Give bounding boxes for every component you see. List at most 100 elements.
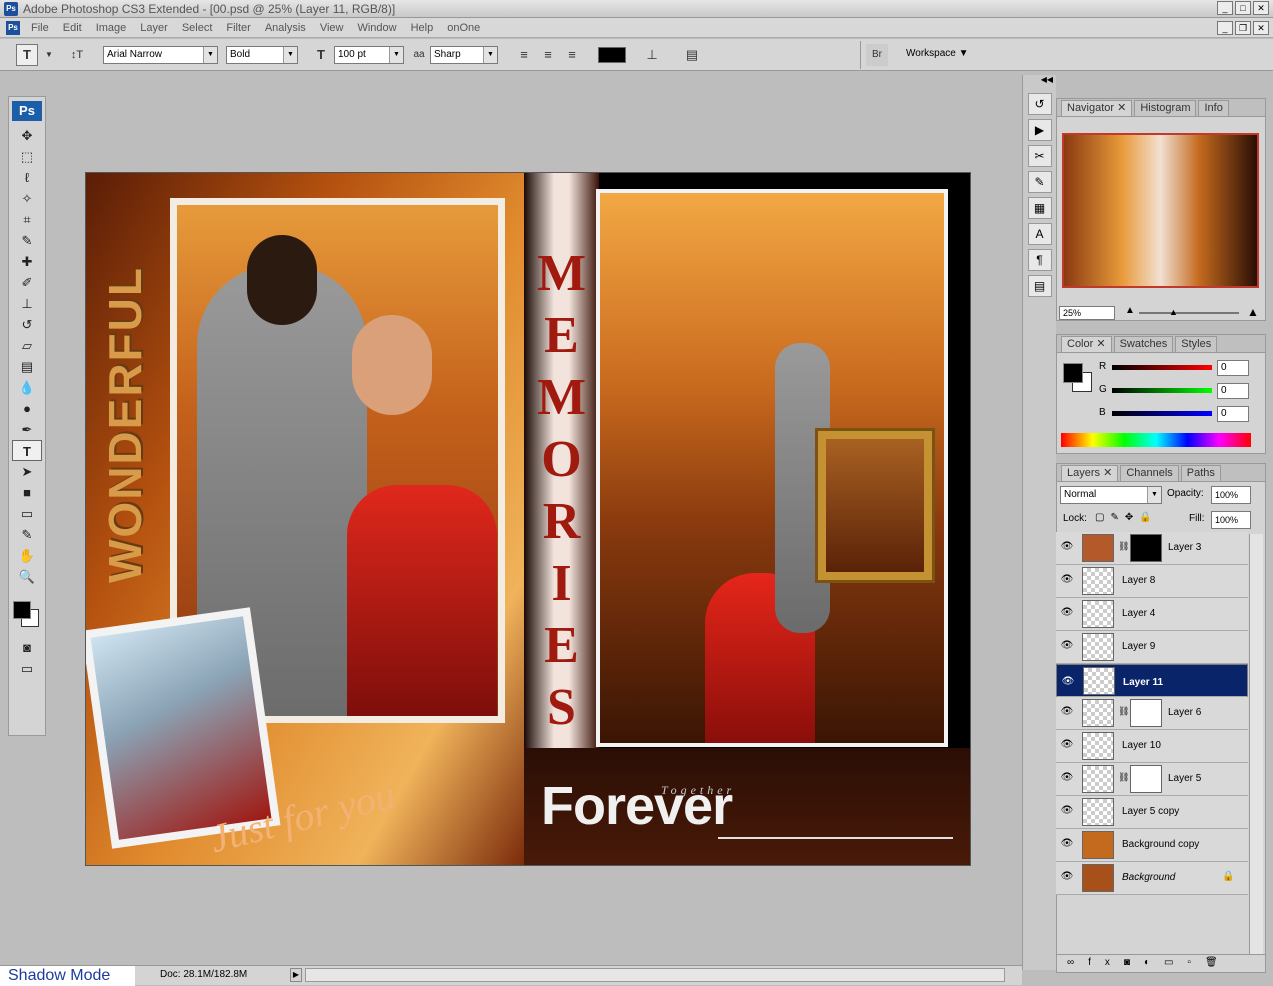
history-panel-icon[interactable]: ↺	[1027, 93, 1052, 115]
eyedropper-tool-icon[interactable]: ✎	[12, 230, 42, 251]
document-icon[interactable]: Ps	[6, 20, 20, 35]
tab-swatches[interactable]: Swatches	[1113, 336, 1174, 352]
orientation-toggle-icon[interactable]: ↕T	[66, 44, 88, 66]
layer-row[interactable]: 👁 Layer 5 copy	[1056, 796, 1248, 829]
history-brush-tool-icon[interactable]: ↺	[12, 314, 42, 335]
horizontal-scrollbar[interactable]	[305, 968, 1005, 982]
crop-tool-icon[interactable]: ⌗	[12, 209, 42, 230]
navigator-zoom-field[interactable]: 25%	[1059, 306, 1115, 320]
minimize-button[interactable]: _	[1217, 1, 1233, 15]
navigator-zoom-slider[interactable]	[1139, 312, 1239, 314]
text-color-swatch[interactable]	[598, 47, 626, 63]
zoom-in-icon[interactable]: ▲	[1247, 305, 1259, 319]
menu-filter[interactable]: Filter	[219, 22, 257, 34]
document-canvas[interactable]: WONDERFUL Just for you M E M O R I E S T…	[85, 172, 971, 866]
layer-row[interactable]: 👁 Layer 9	[1056, 631, 1248, 664]
blend-mode-select[interactable]: Normal ▼	[1060, 486, 1162, 504]
font-size-select[interactable]: 100 pt ▼	[334, 46, 404, 64]
color-swatches[interactable]	[9, 587, 45, 637]
gradient-tool-icon[interactable]: ▤	[12, 356, 42, 377]
eye-icon[interactable]: 👁	[1060, 640, 1074, 652]
layer-row[interactable]: 👁 Background copy	[1056, 829, 1248, 862]
zoom-tool-icon[interactable]: 🔍	[12, 566, 42, 587]
tab-navigator[interactable]: Navigator ✕	[1061, 100, 1133, 116]
type-tool-preset-icon[interactable]: T	[16, 44, 38, 66]
screen-mode-icon[interactable]: ▭	[12, 658, 42, 679]
align-left-icon[interactable]: ≡	[513, 44, 535, 66]
foreground-color-swatch[interactable]	[13, 601, 31, 619]
healing-brush-tool-icon[interactable]: ✚	[12, 251, 42, 272]
maximize-button[interactable]: □	[1235, 1, 1251, 15]
r-input[interactable]: 0	[1217, 360, 1249, 376]
eye-icon[interactable]: 👁	[1060, 607, 1074, 619]
eraser-tool-icon[interactable]: ▱	[12, 335, 42, 356]
eye-icon[interactable]: 👁	[1060, 838, 1074, 850]
close-button[interactable]: ✕	[1253, 1, 1269, 15]
zoom-out-icon[interactable]: ▲	[1125, 305, 1135, 316]
doc-minimize-button[interactable]: _	[1217, 21, 1233, 35]
notes-tool-icon[interactable]: ▭	[12, 503, 42, 524]
eyedropper2-tool-icon[interactable]: ✎	[12, 524, 42, 545]
menu-help[interactable]: Help	[404, 22, 441, 34]
status-menu-arrow[interactable]: ▶	[290, 968, 302, 982]
menu-layer[interactable]: Layer	[133, 22, 175, 34]
doc-close-button[interactable]: ✕	[1253, 21, 1269, 35]
b-input[interactable]: 0	[1217, 406, 1249, 422]
doc-restore-button[interactable]: ❐	[1235, 21, 1251, 35]
tab-histogram[interactable]: Histogram	[1134, 100, 1197, 116]
type-tool-icon[interactable]: T	[12, 440, 42, 461]
lock-icons[interactable]: ▢✎✥🔒	[1095, 512, 1158, 523]
menu-file[interactable]: File	[24, 22, 56, 34]
eye-icon[interactable]: 👁	[1060, 739, 1074, 751]
photoshop-logo[interactable]: Ps	[12, 101, 42, 121]
brush-tool-icon[interactable]: ✐	[12, 272, 42, 293]
font-family-select[interactable]: Arial Narrow ▼	[103, 46, 218, 64]
eye-icon[interactable]: 👁	[1060, 772, 1074, 784]
marquee-tool-icon[interactable]: ⬚	[12, 146, 42, 167]
pen-tool-icon[interactable]: ✒	[12, 419, 42, 440]
menu-image[interactable]: Image	[89, 22, 134, 34]
move-tool-icon[interactable]: ✥	[12, 125, 42, 146]
navigator-slider-thumb[interactable]: ▲	[1169, 307, 1178, 317]
layer-row[interactable]: 👁 Background 🔒	[1056, 862, 1248, 895]
b-slider[interactable]	[1112, 411, 1212, 416]
eye-icon[interactable]: 👁	[1061, 674, 1075, 687]
color-spectrum-bar[interactable]	[1061, 433, 1251, 447]
expand-dock-icon[interactable]: ◀◀	[1023, 75, 1056, 89]
tab-color[interactable]: Color ✕	[1061, 336, 1112, 352]
menu-window[interactable]: Window	[350, 22, 403, 34]
tab-styles[interactable]: Styles	[1175, 336, 1218, 352]
menu-edit[interactable]: Edit	[56, 22, 89, 34]
eye-icon[interactable]: 👁	[1060, 706, 1074, 718]
actions-panel-icon[interactable]: ▶	[1027, 119, 1052, 141]
workspace-button[interactable]: Workspace ▼	[906, 48, 969, 59]
magic-wand-tool-icon[interactable]: ✧	[12, 188, 42, 209]
font-style-select[interactable]: Bold ▼	[226, 46, 298, 64]
eye-icon[interactable]: 👁	[1060, 805, 1074, 817]
preset-dropdown-arrow[interactable]: ▼	[38, 44, 60, 66]
layers-footer-icons[interactable]: ∞fx◙◐▭▫🗑	[1057, 954, 1265, 972]
hand-tool-icon[interactable]: ✋	[12, 545, 42, 566]
menu-analysis[interactable]: Analysis	[258, 22, 313, 34]
warp-text-icon[interactable]: ⊥	[641, 44, 663, 66]
layer-row[interactable]: 👁 ⛓ Layer 6	[1056, 697, 1248, 730]
tool-presets-icon[interactable]: ✂	[1027, 145, 1052, 167]
eye-icon[interactable]: 👁	[1060, 871, 1074, 883]
clone-source-icon[interactable]: ▦	[1027, 197, 1052, 219]
eye-icon[interactable]: 👁	[1060, 574, 1074, 586]
quick-mask-icon[interactable]: ◙	[12, 637, 42, 658]
paragraph-panel-icon[interactable]: ¶	[1027, 249, 1052, 271]
character-panel-icon[interactable]: A	[1027, 223, 1052, 245]
r-slider[interactable]	[1112, 365, 1212, 370]
g-input[interactable]: 0	[1217, 383, 1249, 399]
brushes-panel-icon[interactable]: ✎	[1027, 171, 1052, 193]
layer-row[interactable]: 👁 ⛓ Layer 3	[1056, 532, 1248, 565]
layer-comps-icon[interactable]: ▤	[1027, 275, 1052, 297]
tab-layers[interactable]: Layers ✕	[1061, 465, 1119, 481]
align-right-icon[interactable]: ≡	[561, 44, 583, 66]
menu-select[interactable]: Select	[175, 22, 220, 34]
fill-input[interactable]: 100%	[1211, 511, 1251, 529]
layer-row[interactable]: 👁 Layer 8	[1056, 565, 1248, 598]
align-center-icon[interactable]: ≡	[537, 44, 559, 66]
dodge-tool-icon[interactable]: ●	[12, 398, 42, 419]
